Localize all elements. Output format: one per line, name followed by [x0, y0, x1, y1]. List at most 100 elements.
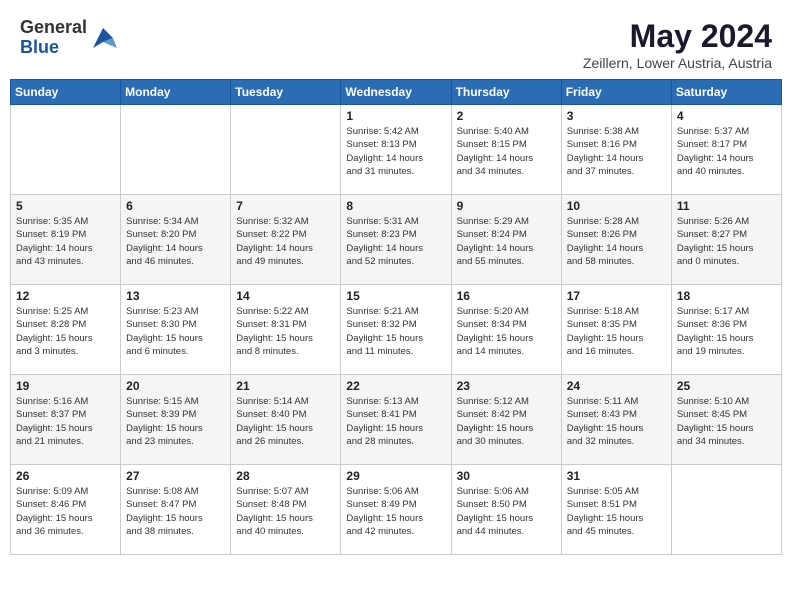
week-row-2: 12 Sunrise: 5:25 AM Sunset: 8:28 PM Dayli…: [11, 285, 782, 375]
day-info: Sunrise: 5:22 AM Sunset: 8:31 PM Dayligh…: [236, 305, 335, 358]
title-area: May 2024 Zeillern, Lower Austria, Austri…: [583, 18, 772, 71]
calendar-cell: 5 Sunrise: 5:35 AM Sunset: 8:19 PM Daylig…: [11, 195, 121, 285]
weekday-monday: Monday: [121, 80, 231, 105]
calendar-cell: 6 Sunrise: 5:34 AM Sunset: 8:20 PM Daylig…: [121, 195, 231, 285]
day-info: Sunrise: 5:07 AM Sunset: 8:48 PM Dayligh…: [236, 485, 335, 538]
day-info: Sunrise: 5:31 AM Sunset: 8:23 PM Dayligh…: [346, 215, 445, 268]
calendar-cell: 23 Sunrise: 5:12 AM Sunset: 8:42 PM Dayli…: [451, 375, 561, 465]
day-number: 1: [346, 109, 445, 123]
calendar-cell: 28Sunrise: 5:07 AM Sunset: 8:48 PM Dayli…: [231, 465, 341, 555]
page-header: General Blue May 2024 Zeillern, Lower Au…: [10, 10, 782, 75]
day-info: Sunrise: 5:42 AM Sunset: 8:13 PM Dayligh…: [346, 125, 445, 178]
logo-icon: [89, 24, 117, 52]
calendar-cell: 13 Sunrise: 5:23 AM Sunset: 8:30 PM Dayli…: [121, 285, 231, 375]
calendar-cell: 30 Sunrise: 5:06 AM Sunset: 8:50 PM Dayli…: [451, 465, 561, 555]
calendar-cell: 27Sunrise: 5:08 AM Sunset: 8:47 PM Dayli…: [121, 465, 231, 555]
day-info: Sunrise: 5:11 AM Sunset: 8:43 PM Dayligh…: [567, 395, 666, 448]
calendar-cell: 15Sunrise: 5:21 AM Sunset: 8:32 PM Dayli…: [341, 285, 451, 375]
calendar-cell: 22Sunrise: 5:13 AM Sunset: 8:41 PM Dayli…: [341, 375, 451, 465]
day-number: 31: [567, 469, 666, 483]
day-info: Sunrise: 5:25 AM Sunset: 8:28 PM Dayligh…: [16, 305, 115, 358]
calendar-cell: 11Sunrise: 5:26 AM Sunset: 8:27 PM Dayli…: [671, 195, 781, 285]
day-number: 20: [126, 379, 225, 393]
calendar-cell: [121, 105, 231, 195]
calendar-cell: 20 Sunrise: 5:15 AM Sunset: 8:39 PM Dayli…: [121, 375, 231, 465]
day-number: 23: [457, 379, 556, 393]
calendar-cell: 29 Sunrise: 5:06 AM Sunset: 8:49 PM Dayli…: [341, 465, 451, 555]
logo-text: General Blue: [20, 18, 87, 58]
weekday-header-row: SundayMondayTuesdayWednesdayThursdayFrid…: [11, 80, 782, 105]
day-info: Sunrise: 5:34 AM Sunset: 8:20 PM Dayligh…: [126, 215, 225, 268]
calendar-cell: 24Sunrise: 5:11 AM Sunset: 8:43 PM Dayli…: [561, 375, 671, 465]
week-row-1: 5 Sunrise: 5:35 AM Sunset: 8:19 PM Daylig…: [11, 195, 782, 285]
day-info: Sunrise: 5:35 AM Sunset: 8:19 PM Dayligh…: [16, 215, 115, 268]
day-info: Sunrise: 5:23 AM Sunset: 8:30 PM Dayligh…: [126, 305, 225, 358]
day-info: Sunrise: 5:09 AM Sunset: 8:46 PM Dayligh…: [16, 485, 115, 538]
day-number: 18: [677, 289, 776, 303]
logo-general: General: [20, 18, 87, 38]
week-row-3: 19Sunrise: 5:16 AM Sunset: 8:37 PM Dayli…: [11, 375, 782, 465]
day-info: Sunrise: 5:15 AM Sunset: 8:39 PM Dayligh…: [126, 395, 225, 448]
day-number: 13: [126, 289, 225, 303]
calendar-cell: 10Sunrise: 5:28 AM Sunset: 8:26 PM Dayli…: [561, 195, 671, 285]
day-number: 8: [346, 199, 445, 213]
calendar-cell: 8 Sunrise: 5:31 AM Sunset: 8:23 PM Daylig…: [341, 195, 451, 285]
calendar-cell: 9Sunrise: 5:29 AM Sunset: 8:24 PM Daylig…: [451, 195, 561, 285]
day-number: 3: [567, 109, 666, 123]
calendar-cell: 31Sunrise: 5:05 AM Sunset: 8:51 PM Dayli…: [561, 465, 671, 555]
day-info: Sunrise: 5:18 AM Sunset: 8:35 PM Dayligh…: [567, 305, 666, 358]
day-info: Sunrise: 5:37 AM Sunset: 8:17 PM Dayligh…: [677, 125, 776, 178]
calendar-cell: 3 Sunrise: 5:38 AM Sunset: 8:16 PM Daylig…: [561, 105, 671, 195]
day-number: 12: [16, 289, 115, 303]
day-number: 25: [677, 379, 776, 393]
calendar-header: SundayMondayTuesdayWednesdayThursdayFrid…: [11, 80, 782, 105]
calendar-cell: 17 Sunrise: 5:18 AM Sunset: 8:35 PM Dayli…: [561, 285, 671, 375]
day-number: 11: [677, 199, 776, 213]
calendar-cell: 25 Sunrise: 5:10 AM Sunset: 8:45 PM Dayli…: [671, 375, 781, 465]
calendar-cell: 4 Sunrise: 5:37 AM Sunset: 8:17 PM Daylig…: [671, 105, 781, 195]
day-info: Sunrise: 5:14 AM Sunset: 8:40 PM Dayligh…: [236, 395, 335, 448]
day-info: Sunrise: 5:32 AM Sunset: 8:22 PM Dayligh…: [236, 215, 335, 268]
day-number: 30: [457, 469, 556, 483]
day-info: Sunrise: 5:20 AM Sunset: 8:34 PM Dayligh…: [457, 305, 556, 358]
day-info: Sunrise: 5:06 AM Sunset: 8:50 PM Dayligh…: [457, 485, 556, 538]
weekday-saturday: Saturday: [671, 80, 781, 105]
day-number: 5: [16, 199, 115, 213]
day-number: 6: [126, 199, 225, 213]
day-number: 29: [346, 469, 445, 483]
day-info: Sunrise: 5:16 AM Sunset: 8:37 PM Dayligh…: [16, 395, 115, 448]
calendar-cell: 26 Sunrise: 5:09 AM Sunset: 8:46 PM Dayli…: [11, 465, 121, 555]
calendar-cell: 1 Sunrise: 5:42 AM Sunset: 8:13 PM Daylig…: [341, 105, 451, 195]
calendar-body: 1 Sunrise: 5:42 AM Sunset: 8:13 PM Daylig…: [11, 105, 782, 555]
day-number: 16: [457, 289, 556, 303]
day-number: 4: [677, 109, 776, 123]
calendar-cell: [671, 465, 781, 555]
week-row-4: 26 Sunrise: 5:09 AM Sunset: 8:46 PM Dayli…: [11, 465, 782, 555]
day-info: Sunrise: 5:38 AM Sunset: 8:16 PM Dayligh…: [567, 125, 666, 178]
day-number: 14: [236, 289, 335, 303]
month-title: May 2024: [583, 18, 772, 55]
calendar-cell: 16 Sunrise: 5:20 AM Sunset: 8:34 PM Dayli…: [451, 285, 561, 375]
calendar-cell: [11, 105, 121, 195]
calendar-cell: 14 Sunrise: 5:22 AM Sunset: 8:31 PM Dayli…: [231, 285, 341, 375]
day-info: Sunrise: 5:10 AM Sunset: 8:45 PM Dayligh…: [677, 395, 776, 448]
calendar-cell: 19Sunrise: 5:16 AM Sunset: 8:37 PM Dayli…: [11, 375, 121, 465]
calendar-cell: 18Sunrise: 5:17 AM Sunset: 8:36 PM Dayli…: [671, 285, 781, 375]
day-number: 15: [346, 289, 445, 303]
weekday-friday: Friday: [561, 80, 671, 105]
day-number: 27: [126, 469, 225, 483]
day-info: Sunrise: 5:29 AM Sunset: 8:24 PM Dayligh…: [457, 215, 556, 268]
day-info: Sunrise: 5:13 AM Sunset: 8:41 PM Dayligh…: [346, 395, 445, 448]
week-row-0: 1 Sunrise: 5:42 AM Sunset: 8:13 PM Daylig…: [11, 105, 782, 195]
day-info: Sunrise: 5:28 AM Sunset: 8:26 PM Dayligh…: [567, 215, 666, 268]
calendar-cell: [231, 105, 341, 195]
logo-blue: Blue: [20, 38, 87, 58]
day-number: 7: [236, 199, 335, 213]
location: Zeillern, Lower Austria, Austria: [583, 55, 772, 71]
day-info: Sunrise: 5:06 AM Sunset: 8:49 PM Dayligh…: [346, 485, 445, 538]
day-number: 26: [16, 469, 115, 483]
weekday-tuesday: Tuesday: [231, 80, 341, 105]
day-info: Sunrise: 5:12 AM Sunset: 8:42 PM Dayligh…: [457, 395, 556, 448]
day-number: 17: [567, 289, 666, 303]
calendar-cell: 21Sunrise: 5:14 AM Sunset: 8:40 PM Dayli…: [231, 375, 341, 465]
